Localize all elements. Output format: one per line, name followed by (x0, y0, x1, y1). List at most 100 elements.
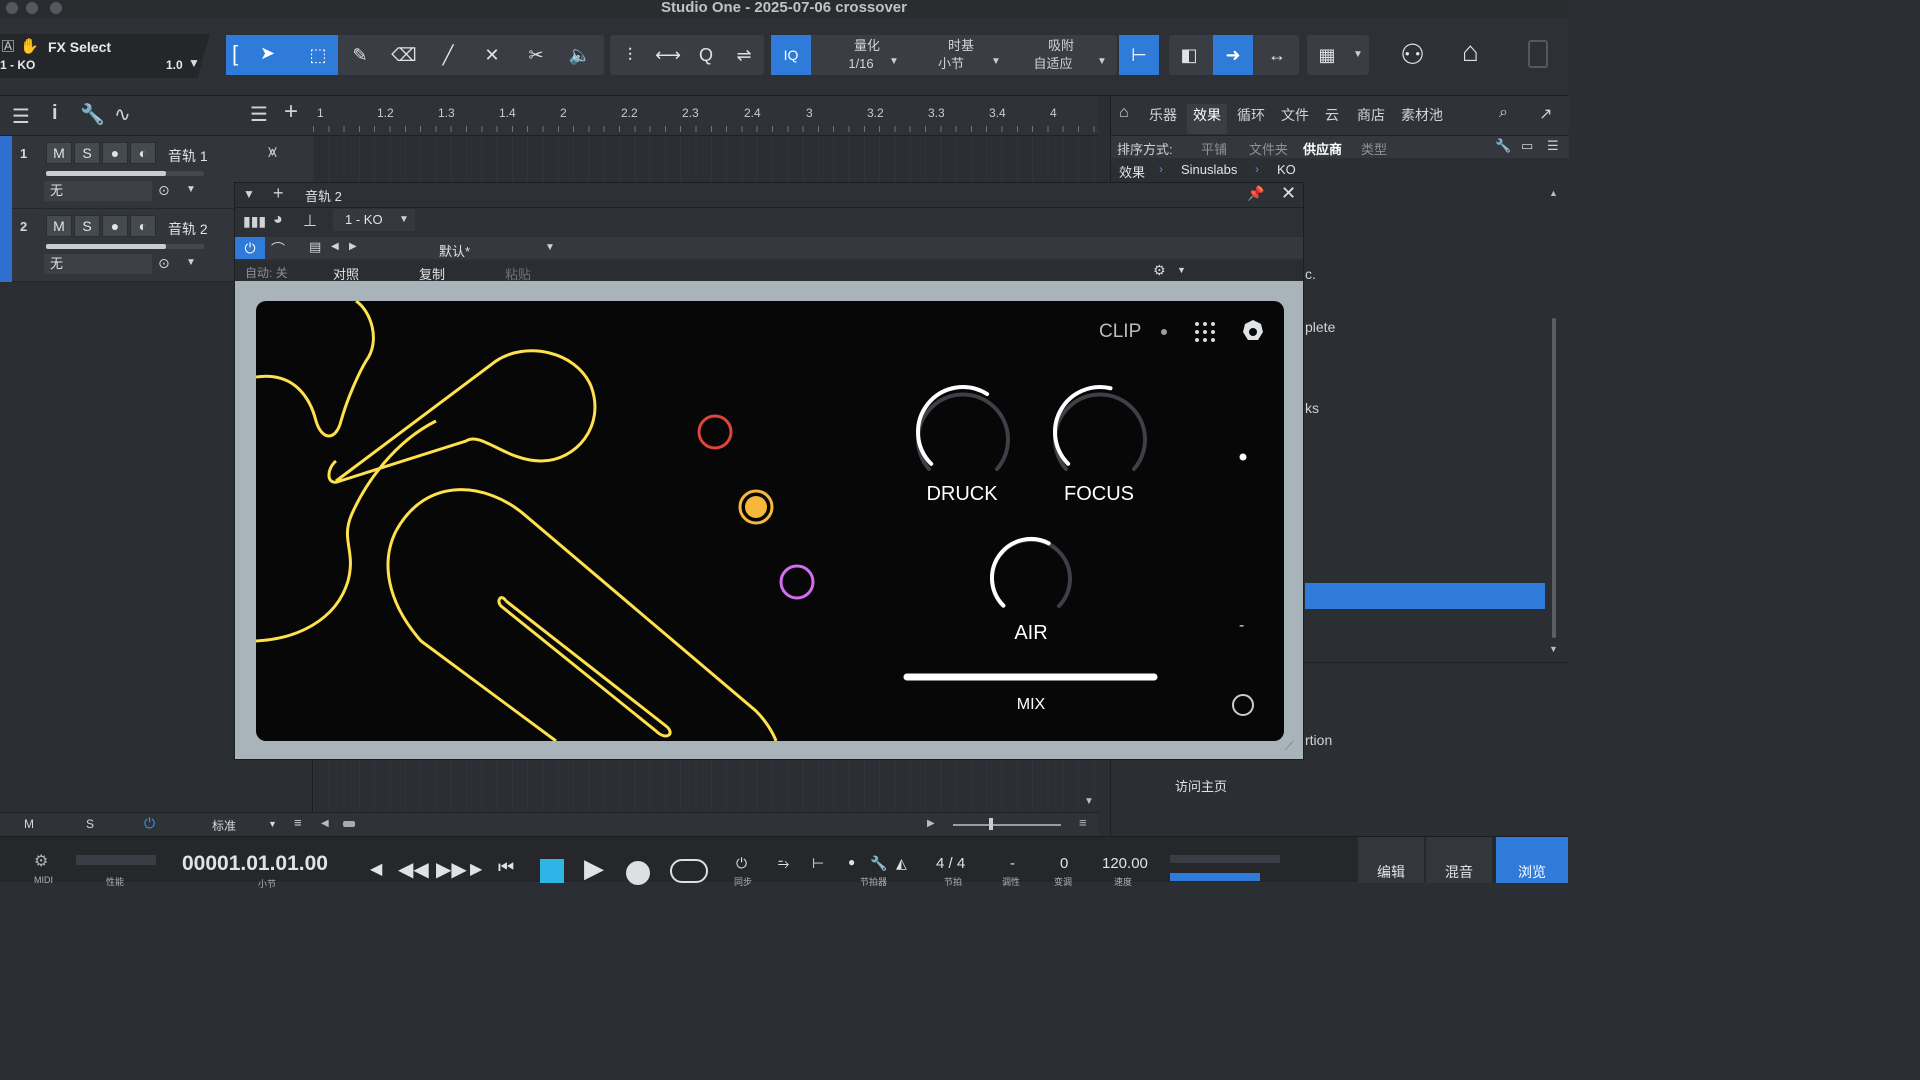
breadcrumb-item[interactable]: Sinuslabs (1181, 162, 1237, 177)
breadcrumb-item[interactable]: 效果 (1119, 162, 1145, 181)
insert-select[interactable]: 1 - KO ▼ (333, 209, 415, 231)
quantize-button[interactable]: Q (686, 35, 726, 75)
tab-edit[interactable]: 编辑 (1358, 837, 1424, 883)
paste-button[interactable]: 粘贴 (505, 264, 531, 283)
save-preset-icon[interactable]: ▤ (309, 239, 321, 255)
selected-list-item[interactable] (1305, 583, 1545, 609)
snap-toggle-button[interactable]: ⊢ (1119, 35, 1159, 75)
tab-files[interactable]: 文件 (1275, 104, 1315, 134)
home-icon[interactable]: ⌂ (1462, 36, 1479, 68)
solo-button[interactable]: S (74, 215, 100, 237)
auto-scroll-button[interactable]: ⇌ (724, 35, 764, 75)
split-tool-button[interactable]: ✂ (516, 35, 556, 75)
sort-option-type[interactable]: 类型 (1361, 139, 1387, 158)
close-icon[interactable]: ✕ (1281, 183, 1296, 204)
volume-fader[interactable] (46, 244, 204, 249)
metronome-icon[interactable]: ◭ (896, 855, 907, 872)
metronome-dot-icon[interactable]: ● (848, 855, 855, 869)
user-icon[interactable]: ⚇ (1400, 38, 1425, 71)
breadcrumb-item[interactable]: KO (1277, 162, 1296, 177)
scroll-right-icon[interactable]: ▶ (927, 818, 935, 829)
power-meter-icon[interactable]: ◕ (273, 211, 283, 229)
record-button[interactable]: ● (102, 142, 128, 164)
toggle-icon[interactable]: ⊙ (158, 255, 170, 272)
menu-icon[interactable]: ☰ (12, 104, 30, 129)
mute-button[interactable]: M (46, 142, 72, 164)
monitor-button[interactable]: ◐ (130, 142, 156, 164)
chevron-down-icon[interactable]: ▼ (1177, 265, 1186, 275)
to-start-icon[interactable]: ⏮ (498, 857, 514, 878)
eraser-tool-button[interactable]: ⌫ (384, 35, 424, 75)
tab-browse[interactable]: 浏览 (1496, 837, 1568, 883)
violet-band-handle[interactable] (779, 564, 815, 600)
clip-label[interactable]: CLIP (1099, 321, 1141, 343)
rewind-icon[interactable]: ◀◀ (398, 857, 429, 882)
add-track-icon[interactable]: + (284, 98, 298, 126)
mode-select[interactable]: 标准 (212, 817, 236, 834)
midi-settings-icon[interactable]: ⚙ (34, 851, 48, 871)
tab-mix[interactable]: 混音 (1426, 837, 1492, 883)
home-icon[interactable]: ⌂ (1119, 104, 1129, 122)
tab-effects[interactable]: 效果 (1187, 104, 1227, 134)
power-icon[interactable]: ⏻ (235, 237, 265, 259)
loop-button[interactable] (670, 859, 708, 883)
pin-icon[interactable]: 📌 (1247, 185, 1264, 202)
fx-select-panel[interactable]: A ✋ FX Select 1 - KO 1.0 ▼ (0, 34, 210, 78)
list-item[interactable]: rtion (1305, 732, 1332, 748)
focus-knob[interactable] (1053, 385, 1147, 471)
sort-option-vendor[interactable]: 供应商 (1303, 139, 1342, 158)
air-knob[interactable] (990, 537, 1072, 608)
timeline-ruler[interactable]: 1 1.2 1.3 1.4 2 2.2 2.3 2.4 3 3.2 3.3 3.… (313, 96, 1098, 145)
zoom-slider-thumb[interactable] (989, 818, 993, 830)
red-band-handle[interactable] (697, 414, 733, 450)
chevron-down-icon[interactable]: ▼ (889, 56, 899, 67)
inspector-toggle-button[interactable]: ◧ (1169, 35, 1209, 75)
wrench-icon[interactable]: 🔧 (870, 855, 887, 872)
visit-homepage-link[interactable]: 访问主页 (1175, 776, 1227, 795)
footer-mute-button[interactable]: M (24, 817, 34, 831)
sort-option-folder[interactable]: 文件夹 (1249, 139, 1288, 158)
resize-handle-icon[interactable]: ⟋ (1285, 739, 1293, 754)
bypass-icon[interactable]: ⌒ (271, 239, 285, 259)
mute-tool-button[interactable]: ✕ (472, 35, 512, 75)
chevron-down-icon[interactable]: ▼ (268, 819, 277, 829)
list-icon[interactable]: ≡ (1079, 815, 1087, 830)
list-icon[interactable]: ☰ (250, 102, 268, 127)
automation-curve-icon[interactable]: ∿ (114, 102, 131, 127)
copy-button[interactable]: 复制 (419, 264, 445, 283)
search-icon[interactable]: ⌕ (1499, 104, 1508, 122)
chevron-down-icon[interactable]: ▼ (186, 257, 196, 268)
add-icon[interactable]: + (273, 183, 284, 204)
tempo-value[interactable]: 120.00 (1102, 855, 1148, 872)
druck-knob[interactable] (916, 385, 1010, 471)
tab-shop[interactable]: 商店 (1351, 104, 1391, 134)
forward-icon[interactable]: ▶ (470, 859, 482, 879)
mute-button[interactable]: M (46, 215, 72, 237)
edit-cursor-button[interactable]: ↔ (1257, 35, 1297, 75)
next-preset-icon[interactable]: ▶ (349, 241, 357, 252)
previous-preset-icon[interactable]: ◀ (331, 241, 339, 252)
bend-tool-button[interactable]: ⫶ (610, 35, 650, 75)
punch-icon[interactable]: ⊢ (812, 855, 824, 872)
wrench-icon[interactable]: 🔧 (1495, 138, 1511, 154)
chevron-down-icon[interactable]: ▼ (991, 56, 1001, 67)
window-icon[interactable]: ▭ (1521, 138, 1533, 154)
timebase-value[interactable]: 小节 (911, 55, 991, 73)
scroll-left-icon[interactable]: ◀ (321, 818, 329, 829)
input-select[interactable]: 无 (44, 181, 152, 201)
scroll-down-icon[interactable]: ▼ (1084, 796, 1094, 807)
toggle-icon[interactable]: ⊙ (158, 182, 170, 199)
bypass-circle-icon[interactable] (1232, 694, 1254, 716)
solo-button[interactable]: S (74, 142, 100, 164)
monitor-button[interactable]: ◐ (130, 215, 156, 237)
chevron-down-icon[interactable]: ▼ (243, 187, 255, 201)
waveform-icon[interactable]: ⩙ (268, 144, 277, 162)
pencil-tool-button[interactable]: ✎ (340, 35, 380, 75)
tab-cloud[interactable]: 云 (1319, 104, 1345, 134)
listen-tool-button[interactable]: 🔈 (560, 35, 600, 75)
range-tool-button[interactable]: ⬚ (298, 35, 338, 75)
list-icon[interactable]: ≡ (294, 815, 302, 830)
precount-icon[interactable]: ⥲ (778, 855, 789, 872)
power-icon[interactable]: ⏻ (144, 815, 155, 832)
volume-fader[interactable] (46, 171, 204, 176)
